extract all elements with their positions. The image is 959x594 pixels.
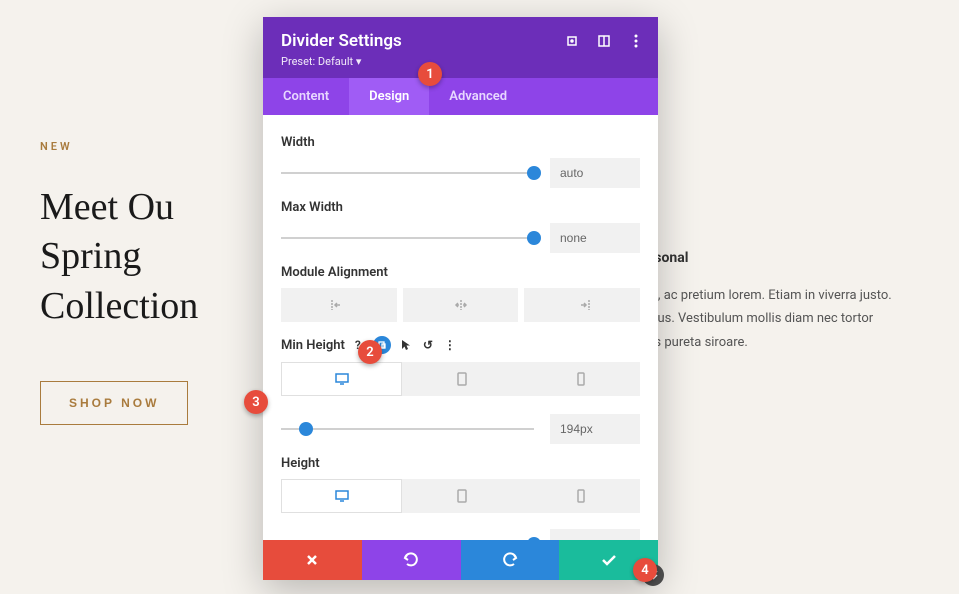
slider-thumb[interactable] [527,166,541,180]
tab-advanced[interactable]: Advanced [429,78,527,115]
minheight-label-row: Min Height ? ↺ ⋮ [281,336,640,354]
callout-4: 4 [633,558,657,582]
callout-1: 1 [418,62,442,86]
maxwidth-input[interactable] [550,223,640,253]
height-slider-row [281,529,640,540]
undo-button[interactable] [362,540,461,580]
shop-now-button[interactable]: SHOP NOW [40,381,188,425]
modal-body[interactable]: Width Max Width Module Alignment Min Hei… [263,115,658,540]
minheight-slider-row [281,414,640,444]
slider-thumb[interactable] [299,422,313,436]
align-right-button[interactable] [524,288,640,322]
minheight-device-tabs [281,362,640,396]
reset-icon[interactable]: ↺ [421,338,435,352]
maxwidth-slider-row [281,223,640,253]
device-tablet-tab[interactable] [402,362,521,396]
width-slider[interactable] [281,172,534,174]
tab-content[interactable]: Content [263,78,349,115]
device-phone-tab[interactable] [521,362,640,396]
headline-line: Meet Ou [40,186,174,228]
modal-header[interactable]: Divider Settings Preset: Default ▾ [263,17,658,78]
height-device-tabs [281,479,640,513]
width-slider-row [281,158,640,188]
minheight-input[interactable] [550,414,640,444]
device-tablet-tab[interactable] [402,479,521,513]
expand-icon[interactable] [564,33,580,49]
slider-thumb[interactable] [527,537,541,540]
columns-icon[interactable] [596,33,612,49]
cancel-button[interactable] [263,540,362,580]
hover-icon[interactable] [399,338,413,352]
maxwidth-label: Max Width [281,200,640,215]
hero-left-column: NEW Meet Ou Spring Collection SHOP NOW [40,40,280,554]
callout-3: 3 [244,390,268,414]
minheight-label: Min Height [281,338,345,353]
height-label: Height [281,456,640,471]
headline-line: Collection [40,285,198,327]
redo-button[interactable] [461,540,560,580]
alignment-row [281,288,640,322]
tab-design[interactable]: Design [349,78,429,115]
headline-line: Spring [40,235,141,277]
hero-headline: Meet Ou Spring Collection [40,183,280,331]
alignment-label: Module Alignment [281,265,640,280]
maxwidth-slider[interactable] [281,237,534,239]
align-left-button[interactable] [281,288,397,322]
preset-dropdown[interactable]: Preset: Default ▾ [281,55,640,68]
new-label: NEW [40,140,280,153]
device-desktop-tab[interactable] [281,479,402,513]
align-center-button[interactable] [403,288,519,322]
modal-footer [263,540,658,580]
slider-thumb[interactable] [527,231,541,245]
height-input[interactable] [550,529,640,540]
divider-settings-modal: Divider Settings Preset: Default ▾ Conte… [263,17,658,580]
width-input[interactable] [550,158,640,188]
more-icon[interactable]: ⋮ [443,338,457,352]
kebab-menu-icon[interactable] [628,33,644,49]
device-desktop-tab[interactable] [281,362,402,396]
device-phone-tab[interactable] [521,479,640,513]
modal-tabs: Content Design Advanced [263,78,658,115]
callout-2: 2 [358,340,382,364]
minheight-slider[interactable] [281,428,534,430]
width-label: Width [281,135,640,150]
header-icon-row [564,33,644,49]
